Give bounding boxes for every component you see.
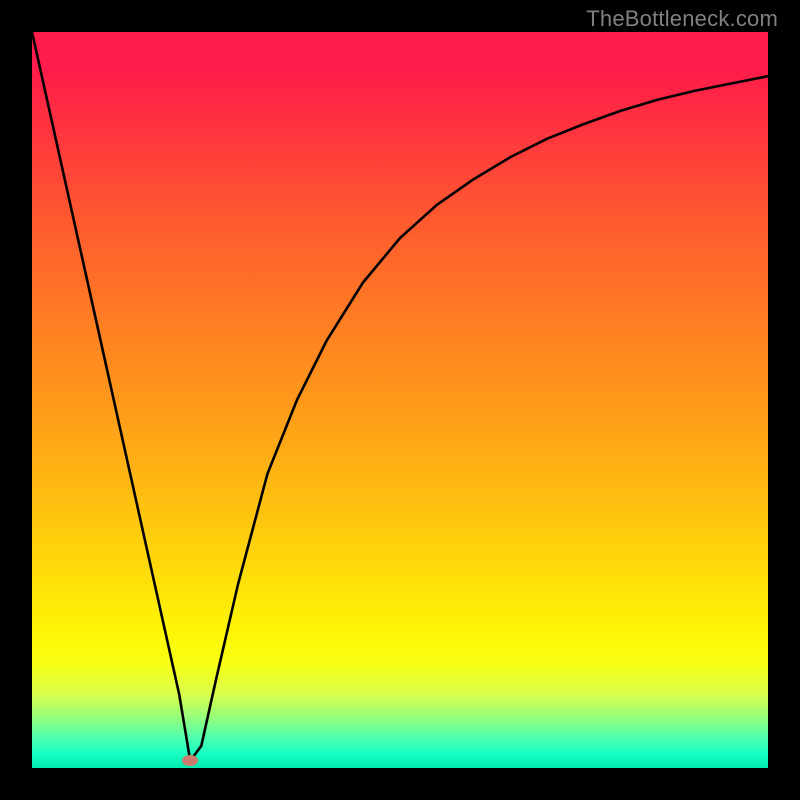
bottleneck-curve bbox=[32, 32, 768, 768]
plot-area bbox=[32, 32, 768, 768]
curve-path bbox=[32, 32, 768, 761]
chart-frame: TheBottleneck.com bbox=[0, 0, 800, 800]
optimal-point-marker bbox=[182, 755, 198, 766]
watermark-text: TheBottleneck.com bbox=[586, 6, 778, 32]
